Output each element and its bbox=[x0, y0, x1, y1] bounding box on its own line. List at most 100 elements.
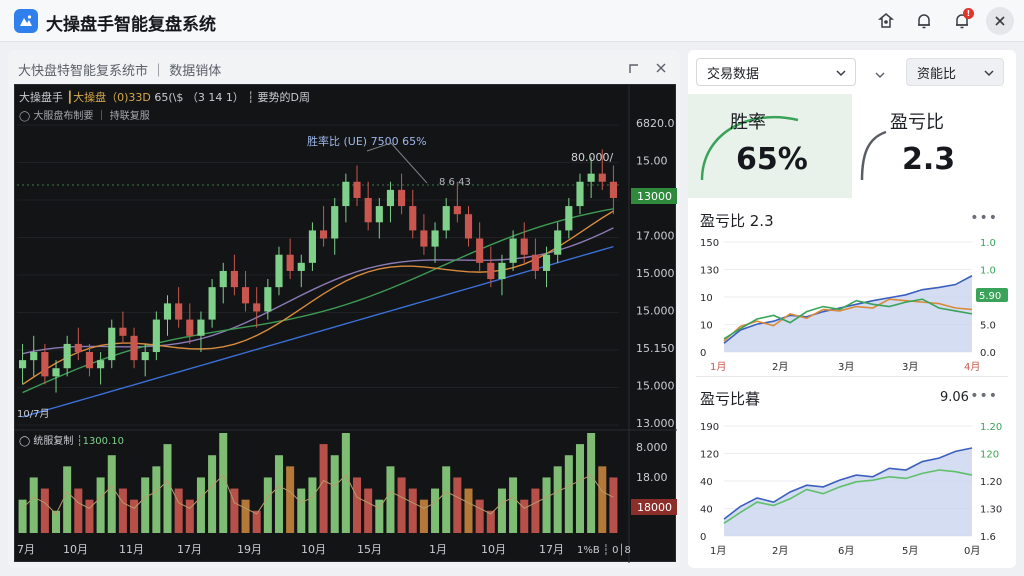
candle-body bbox=[476, 238, 484, 263]
volume-bar bbox=[587, 433, 596, 533]
volume-bar bbox=[141, 477, 150, 533]
y-left-tick: 190 bbox=[700, 422, 719, 433]
profit-loss-card[interactable]: 盈亏比 2.3 bbox=[852, 94, 1016, 198]
price-tick-label: 15.00 bbox=[636, 155, 668, 168]
candle-body bbox=[587, 173, 595, 182]
panel-close-icon[interactable] bbox=[653, 60, 669, 76]
x-tick-label: 19月 bbox=[237, 543, 262, 556]
trade-data-select[interactable]: 交易数据 bbox=[696, 58, 856, 86]
volume-tick-label: 8.000 bbox=[636, 441, 668, 454]
candle-body bbox=[598, 173, 606, 182]
candle-body bbox=[130, 335, 138, 361]
volume-bar bbox=[308, 477, 317, 533]
candle-body bbox=[453, 206, 461, 215]
candle-body bbox=[542, 254, 551, 271]
volume-bar bbox=[419, 499, 428, 533]
volume-bar bbox=[497, 488, 506, 533]
volume-bar bbox=[520, 499, 529, 533]
y-left-tick: 0 bbox=[700, 348, 706, 359]
chevron-down-icon[interactable] bbox=[874, 66, 886, 85]
candle-body bbox=[464, 214, 473, 239]
volume-tag: 18000 bbox=[637, 501, 672, 514]
candle-body bbox=[509, 238, 517, 263]
volume-bar bbox=[386, 466, 395, 533]
divider bbox=[696, 376, 1008, 377]
x-tick-label: 10月 bbox=[63, 543, 88, 556]
x-tick-label: 17月 bbox=[177, 543, 202, 556]
x-tick: 1月 bbox=[710, 545, 726, 557]
x-tick-label: 17月 bbox=[539, 543, 564, 556]
metric-select[interactable]: 资能比 bbox=[906, 58, 1004, 86]
corner-controls: 1%B ┆ 0│8 bbox=[577, 543, 631, 556]
win-rate-card[interactable]: 胜率 65% bbox=[688, 94, 852, 198]
volume-bar bbox=[397, 477, 406, 533]
volume-bar bbox=[74, 488, 83, 533]
y-right-tick: 1.0 bbox=[980, 266, 996, 277]
candle-body bbox=[41, 352, 49, 377]
chart1-svg: 150130101001.01.05.905.00.01月2月3月3月4月5.9… bbox=[700, 238, 1008, 373]
volume-bar bbox=[553, 466, 562, 533]
candle-body bbox=[208, 287, 216, 320]
theme-icon[interactable] bbox=[872, 7, 900, 35]
volume-bar bbox=[542, 477, 551, 533]
volume-bar bbox=[598, 466, 607, 533]
volume-bar bbox=[297, 488, 306, 533]
candle-body bbox=[565, 206, 573, 231]
volume-bar bbox=[29, 477, 38, 533]
y-left-tick: 10 bbox=[700, 321, 713, 332]
x-tick-label: 7月 bbox=[17, 543, 35, 556]
app-logo-icon bbox=[14, 9, 38, 33]
candle-body bbox=[554, 230, 562, 255]
y-right-tick: 1.6 bbox=[980, 532, 996, 543]
candle-body bbox=[498, 262, 506, 280]
candle-body bbox=[375, 206, 383, 223]
x-tick: 2月 bbox=[772, 545, 788, 557]
candle-body bbox=[442, 206, 450, 231]
volume-bar bbox=[63, 466, 72, 533]
close-icon[interactable] bbox=[986, 7, 1014, 35]
candle-body bbox=[52, 368, 60, 377]
y-left-tick: 10 bbox=[700, 293, 713, 304]
volume-bar bbox=[609, 477, 618, 533]
y-right-tick: 1.20 bbox=[980, 422, 1002, 433]
volume-bar bbox=[118, 488, 127, 533]
candle-body bbox=[74, 343, 82, 353]
more-icon[interactable]: ••• bbox=[970, 210, 998, 226]
candle-body bbox=[197, 319, 205, 336]
volume-bar bbox=[464, 488, 473, 533]
candle-body bbox=[186, 319, 194, 336]
trade-data-select-value: 交易数据 bbox=[707, 66, 760, 82]
volume-bar bbox=[152, 466, 161, 533]
chevron-down-icon bbox=[983, 67, 995, 83]
candle-body bbox=[531, 254, 539, 271]
maximize-icon[interactable] bbox=[626, 60, 642, 76]
bell-icon[interactable] bbox=[910, 7, 938, 35]
profit-loss-value: 2.3 bbox=[902, 142, 956, 177]
candle-body bbox=[576, 181, 584, 207]
y-left-tick: 130 bbox=[700, 266, 719, 277]
y-right-tick: 1.20 bbox=[980, 477, 1002, 488]
candlestick-chart[interactable]: 大操盘手 ┃大操盘（0)33D 65(\$ （3 14 1） ┆ 要势的D周 ◯… bbox=[14, 84, 677, 563]
y-right-tick: 1.30 bbox=[980, 505, 1002, 516]
candle-body bbox=[85, 352, 94, 369]
x-tick: 2月 bbox=[772, 361, 788, 373]
candle-body bbox=[175, 303, 183, 320]
candle-body bbox=[63, 343, 71, 369]
right-panel: 交易数据 资能比 胜率 65% 盈亏比 2.3 盈亏比 2.3 ••• 150 1… bbox=[688, 50, 1016, 568]
candle-body bbox=[241, 287, 250, 304]
alert-bell-icon[interactable]: ! bbox=[948, 7, 976, 35]
y-left-tick: 40 bbox=[700, 505, 713, 516]
price-tick-label: 17.000 bbox=[636, 230, 675, 243]
metric-select-value: 资能比 bbox=[917, 66, 957, 82]
more-icon[interactable]: ••• bbox=[970, 388, 998, 404]
y-left-tick: 40 bbox=[700, 477, 713, 488]
y-right-tick: 5.0 bbox=[980, 321, 996, 332]
volume-bar bbox=[442, 466, 451, 533]
candle-body bbox=[520, 238, 528, 255]
candle-body bbox=[409, 206, 417, 231]
volume-bar bbox=[453, 477, 462, 533]
candle-body bbox=[609, 181, 617, 198]
volume-bar bbox=[40, 488, 49, 533]
y-left-tick: 120 bbox=[700, 450, 719, 461]
candle-body bbox=[30, 352, 38, 361]
